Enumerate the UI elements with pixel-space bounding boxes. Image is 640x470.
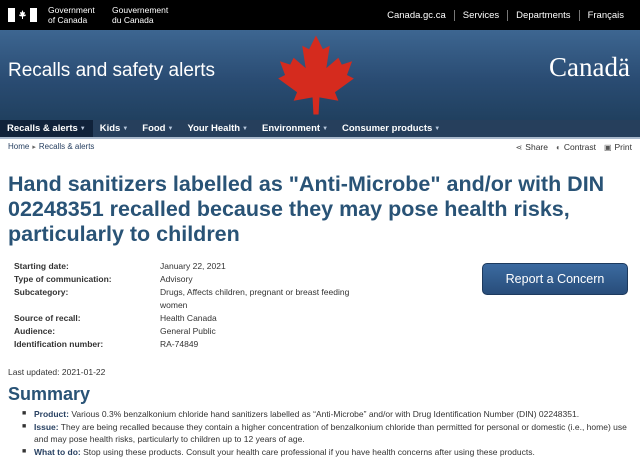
share-icon: ⋖ [515,142,523,152]
chevron-down-icon: ▼ [322,125,329,132]
nav-item-your-health[interactable]: Your Health ▼ [180,120,255,137]
summary-item-product: ■ Product: Various 0.3% benzalkonium chl… [22,409,580,419]
nav-item-food[interactable]: Food ▼ [135,120,180,137]
francais-link[interactable]: Français [578,9,632,21]
canada-gc-ca-link[interactable]: Canada.gc.ca [379,10,454,21]
breadcrumb: Home ▸ Recalls & alerts [8,142,94,151]
chevron-down-icon: ▼ [167,125,174,132]
nav-divider [0,137,640,139]
top-links: Canada.gc.ca Services Departments França… [379,0,632,30]
nav-item-environment[interactable]: Environment ▼ [255,120,335,137]
breadcrumb-recalls-alerts[interactable]: Recalls & alerts [39,142,95,151]
summary-list: ■ Product: Various 0.3% benzalkonium chl… [22,408,632,458]
print-button[interactable]: ▣ Print [604,142,632,152]
chevron-down-icon: ▼ [79,125,86,132]
nav-item-kids[interactable]: Kids ▼ [93,120,136,137]
summary-item-issue: ■ Issue: They are being recalled because… [22,421,627,445]
page-tools: ⋖ Share ◐ Contrast ▣ Print [508,142,632,152]
site-title[interactable]: Recalls and safety alerts [8,60,215,82]
chevron-down-icon: ▼ [434,125,441,132]
government-of-canada-label: Government of Canada [48,5,95,25]
departments-link[interactable]: Departments [507,9,578,21]
nav-item-consumer-products[interactable]: Consumer products ▼ [335,120,447,137]
breadcrumb-home[interactable]: Home [8,142,29,151]
chevron-down-icon: ▼ [242,125,248,132]
main-nav: Recalls & alerts ▼ Kids ▼ Food ▼ Your He… [0,120,640,137]
summary-item-what-to-do: ■ What to do: Stop using these products.… [22,446,535,457]
detail-row-identification: Identification number: RA-74849 [14,339,199,349]
share-button[interactable]: ⋖ Share [516,142,548,152]
gouvernement-du-canada-label: Gouvernement du Canada [112,5,169,25]
report-concern-button[interactable]: Report a Concern [482,263,628,295]
print-icon: ▣ [603,142,612,152]
bullet-icon: ■ [22,422,27,430]
summary-heading: Summary [8,384,91,404]
site-banner: Recalls and safety alerts Canadä [0,30,640,120]
chevron-down-icon: ▼ [122,125,129,132]
services-link[interactable]: Services [453,9,507,21]
bullet-icon: ■ [22,410,27,417]
canada-wordmark: Canadä [549,52,630,82]
detail-row-starting-date: Starting date: January 22, 2021 [14,261,226,271]
government-bar: Government of Canada Gouvernement du Can… [0,0,640,30]
chevron-right-icon: ▸ [32,143,36,151]
detail-row-type: Type of communication: Advisory [14,274,193,284]
detail-row-source: Source of recall: Health Canada [14,313,217,323]
contrast-icon: ◐ [555,142,561,152]
maple-leaf-icon [278,35,354,115]
detail-row-audience: Audience: General Public [14,326,216,336]
page-title: Hand sanitizers labelled as "Anti-Microb… [8,172,605,246]
contrast-button[interactable]: ◐ Contrast [556,142,596,152]
recall-details: Starting date: January 22, 2021 Type of … [14,260,354,351]
canada-flag-icon [8,8,37,22]
last-updated: Last updated: 2021-01-22 [8,367,106,377]
detail-row-subcategory: Subcategory: Drugs, Affects children, pr… [14,287,350,310]
nav-item-recalls-alerts[interactable]: Recalls & alerts ▼ [0,120,93,137]
bullet-icon: ■ [22,447,27,455]
